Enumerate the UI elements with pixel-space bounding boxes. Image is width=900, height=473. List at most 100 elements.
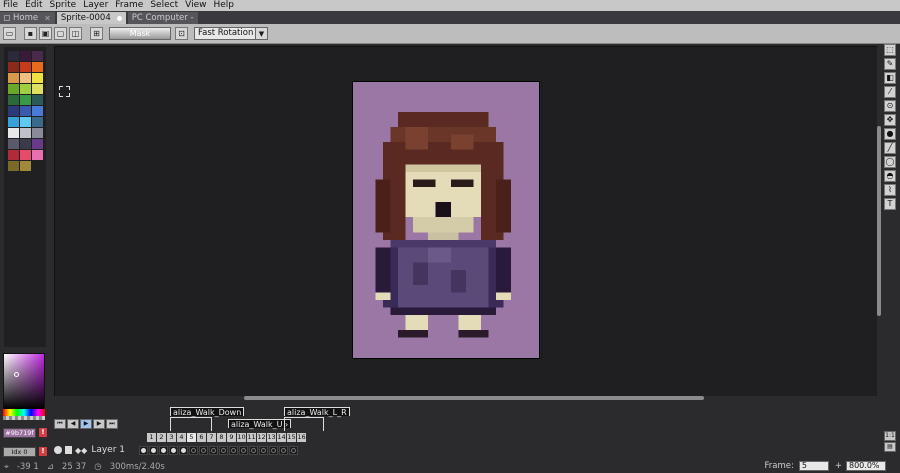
palette-swatch[interactable] — [32, 117, 43, 127]
lasso-icon[interactable]: ◓ — [884, 170, 896, 182]
canvas-area[interactable] — [54, 46, 878, 400]
cel[interactable] — [169, 445, 179, 455]
frame-number[interactable]: 4 — [177, 433, 186, 442]
palette-swatch[interactable] — [32, 51, 43, 61]
pencil-icon[interactable]: ✎ — [884, 58, 896, 70]
alpha-slider[interactable] — [3, 416, 45, 420]
palette-swatch[interactable] — [20, 73, 31, 83]
palette-swatch[interactable] — [8, 95, 19, 105]
palette-swatch[interactable] — [8, 128, 19, 138]
modified-dot-icon[interactable] — [116, 15, 122, 21]
selection-tool-icon[interactable]: ▭ — [3, 27, 16, 40]
cel[interactable] — [189, 445, 199, 455]
layer-name[interactable]: Layer 1 — [91, 445, 139, 455]
horizontal-scroll-thumb[interactable] — [244, 396, 704, 400]
first-frame-icon[interactable]: ⏮ — [54, 419, 66, 429]
frame-number[interactable]: 12 — [257, 433, 266, 442]
tag-walk-up[interactable]: aliza_Walk_U › — [228, 419, 292, 429]
cel[interactable] — [199, 445, 209, 455]
tag-walk-down-range[interactable] — [170, 417, 212, 431]
text-icon[interactable]: T — [884, 198, 896, 210]
palette-swatch[interactable] — [8, 117, 19, 127]
cel[interactable] — [239, 445, 249, 455]
replace-selection-button[interactable]: ▪ — [24, 27, 37, 40]
palette-swatch[interactable] — [20, 84, 31, 94]
menu-sprite[interactable]: Sprite — [50, 0, 77, 11]
menu-layer[interactable]: Layer — [83, 0, 108, 11]
prev-frame-icon[interactable]: ◀ — [67, 419, 79, 429]
palette-swatch[interactable] — [20, 150, 31, 160]
cel[interactable] — [219, 445, 229, 455]
tab-home[interactable]: Home ✕ — [0, 12, 55, 24]
palette-swatch[interactable] — [8, 73, 19, 83]
palette-swatch[interactable] — [20, 139, 31, 149]
palette-swatch[interactable] — [20, 117, 31, 127]
cel[interactable] — [269, 445, 279, 455]
menu-frame[interactable]: Frame — [115, 0, 143, 11]
marquee-icon[interactable]: ⬚ — [884, 44, 896, 56]
eyedropper-icon[interactable]: ⁄ — [884, 86, 896, 98]
ellipse-icon[interactable]: ◯ — [884, 156, 896, 168]
hue-slider[interactable] — [3, 409, 45, 416]
palette-swatch[interactable] — [32, 84, 43, 94]
palette-swatch[interactable] — [8, 62, 19, 72]
paint-bucket-icon[interactable]: ● — [884, 128, 896, 140]
frame-number[interactable]: 9 — [227, 433, 236, 442]
menu-view[interactable]: View — [185, 0, 206, 11]
chevron-down-icon[interactable]: ▼ — [256, 27, 268, 40]
frame-number[interactable]: 7 — [207, 433, 216, 442]
palette-swatch[interactable] — [32, 139, 43, 149]
continuous-icon[interactable]: ◆◆ — [75, 446, 87, 455]
frame-number[interactable]: 10 — [237, 433, 246, 442]
last-frame-icon[interactable]: ⏭ — [106, 419, 118, 429]
frame-number[interactable]: 6 — [197, 433, 206, 442]
move-icon[interactable]: ✥ — [884, 114, 896, 126]
menu-edit[interactable]: Edit — [25, 0, 42, 11]
cel[interactable] — [229, 445, 239, 455]
eraser-icon[interactable]: ◧ — [884, 72, 896, 84]
menu-help[interactable]: Help — [213, 0, 234, 11]
palette-swatch[interactable] — [8, 150, 19, 160]
zoom-input[interactable]: 800.0% — [846, 461, 886, 471]
blur-icon[interactable]: ⌇ — [884, 184, 896, 196]
frame-input[interactable]: 5 — [798, 461, 829, 471]
rotation-algorithm-select[interactable]: Fast Rotation — [194, 27, 256, 40]
play-icon[interactable]: ▶ — [80, 419, 92, 429]
palette-swatch[interactable] — [20, 128, 31, 138]
cel[interactable] — [259, 445, 269, 455]
frame-number[interactable]: 14 — [277, 433, 286, 442]
frame-number[interactable]: 2 — [157, 433, 166, 442]
tab-sprite[interactable]: Sprite-0004 — [56, 12, 126, 24]
picker-cursor-icon[interactable] — [14, 372, 19, 377]
palette-swatch[interactable] — [32, 95, 43, 105]
mask-button[interactable]: Mask — [109, 27, 171, 40]
frame-number[interactable]: 5 — [187, 433, 196, 442]
tag-walk-l-r[interactable]: aliza_Walk_L_R — [284, 407, 350, 417]
palette-swatch[interactable] — [20, 95, 31, 105]
timeline-settings-icon[interactable]: ▤ — [884, 442, 896, 452]
cel[interactable] — [179, 445, 189, 455]
onion-skin-icon[interactable]: 1:1 — [884, 431, 896, 441]
frame-number[interactable]: 8 — [217, 433, 226, 442]
palette-swatch[interactable] — [32, 128, 43, 138]
menu-file[interactable]: File — [3, 0, 18, 11]
horizontal-scrollbar[interactable] — [54, 396, 878, 400]
palette-swatch[interactable] — [32, 106, 43, 116]
frame-number[interactable]: 16 — [297, 433, 306, 442]
menu-select[interactable]: Select — [150, 0, 178, 11]
palette-swatch[interactable] — [32, 73, 43, 83]
color-spectrum[interactable] — [3, 353, 45, 410]
palette-swatch[interactable] — [8, 139, 19, 149]
frame-number[interactable]: 11 — [247, 433, 256, 442]
layer-row[interactable]: ◆◆ Layer 1 — [54, 445, 299, 455]
cel[interactable] — [279, 445, 289, 455]
cel[interactable] — [149, 445, 159, 455]
zoom-plus-button[interactable]: + — [835, 461, 842, 471]
frame-number[interactable]: 13 — [267, 433, 276, 442]
palette-swatch[interactable] — [8, 161, 19, 171]
palette-swatch[interactable] — [8, 84, 19, 94]
palette-swatch[interactable] — [8, 51, 19, 61]
cel[interactable] — [289, 445, 299, 455]
transparent-color-icon[interactable]: ⊞ — [90, 27, 103, 40]
palette-swatch[interactable] — [32, 150, 43, 160]
